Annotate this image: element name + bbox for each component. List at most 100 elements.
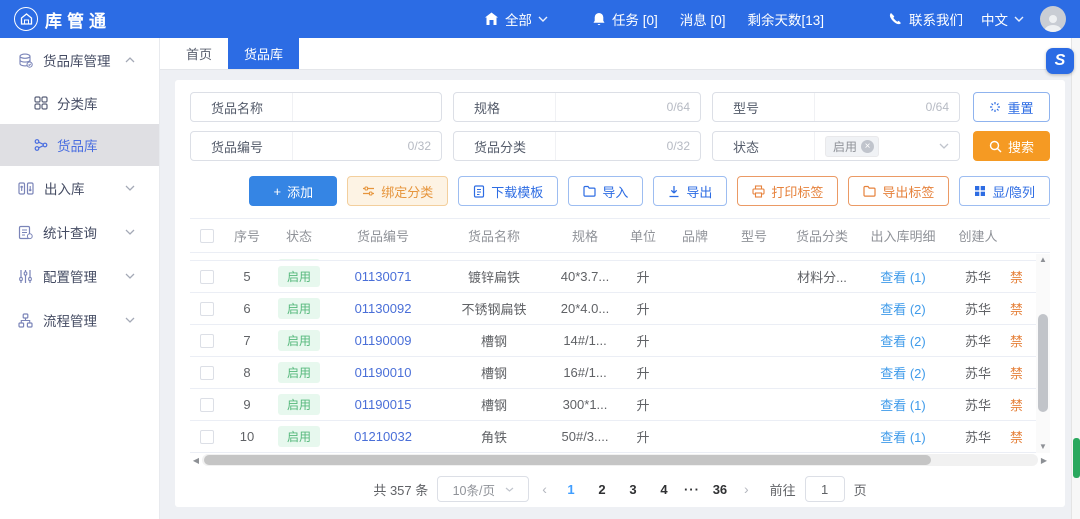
header-model: 型号 [724, 226, 784, 245]
scroll-left-arrow-icon[interactable]: ◀ [190, 456, 202, 465]
bind-category-button[interactable]: 绑定分类 [347, 176, 448, 206]
page-number[interactable]: 3 [622, 482, 644, 497]
table-horizontal-scrollbar[interactable]: ◀ ▶ [190, 453, 1050, 467]
print-label-button[interactable]: 打印标签 [737, 176, 838, 206]
user-avatar[interactable] [1040, 6, 1066, 32]
main-content: 首页 货品库 S 货品名称 规格 0/64 型号 0/64 [160, 38, 1080, 519]
view-detail-link[interactable]: 查看 (1) [880, 398, 926, 413]
page-scroll-thumb[interactable] [1073, 438, 1080, 478]
table-vertical-scrollbar[interactable]: ▲ ▼ [1036, 254, 1050, 453]
clipped-action-link[interactable]: 禁 [1010, 395, 1022, 414]
goods-code-link[interactable]: 01210032 [354, 429, 412, 444]
phone-icon [888, 12, 903, 27]
reset-button[interactable]: 重置 [973, 92, 1050, 122]
select-all-checkbox[interactable] [200, 229, 214, 243]
page-size-select[interactable]: 10条/页 [437, 476, 529, 502]
horizontal-scroll-thumb[interactable] [204, 455, 931, 465]
add-button[interactable]: + 添加 [249, 176, 337, 206]
sidebar-group-configuration[interactable]: 配置管理 [0, 254, 159, 298]
contact-us-menu[interactable]: 联系我们 [888, 9, 963, 29]
sidebar-item-category-library[interactable]: 分类库 [0, 82, 159, 124]
show-hide-columns-button[interactable]: 显/隐列 [959, 176, 1050, 206]
printer-icon [752, 185, 765, 198]
page-unit-label: 页 [854, 480, 867, 499]
view-detail-link[interactable]: 查看 (1) [880, 270, 926, 285]
page-number[interactable]: 36 [709, 482, 731, 497]
scroll-down-arrow-icon[interactable]: ▼ [1039, 441, 1047, 453]
columns-grid-icon [974, 185, 986, 197]
header-seq: 序号 [224, 226, 270, 245]
row-checkbox[interactable] [200, 398, 214, 412]
sidebar-group-in-out-warehouse[interactable]: 出入库 [0, 166, 159, 210]
table-row: 10 启用 01210032 角铁 50#/3.... 升 查看 (1) 苏华 … [190, 421, 1050, 453]
import-button[interactable]: 导入 [568, 176, 643, 206]
model-input[interactable] [825, 100, 920, 115]
status-select[interactable]: 启用 × [815, 132, 959, 160]
model-field: 型号 0/64 [712, 92, 960, 122]
chevron-down-icon [125, 229, 135, 235]
download-template-button[interactable]: 下载模板 [458, 176, 558, 206]
category-input[interactable] [566, 139, 661, 154]
scroll-right-arrow-icon[interactable]: ▶ [1038, 456, 1050, 465]
header-status: 状态 [270, 226, 328, 245]
warehouse-scope-dropdown[interactable]: 全部 [484, 9, 548, 29]
view-detail-link[interactable]: 查看 (2) [880, 334, 926, 349]
row-checkbox[interactable] [200, 430, 214, 444]
export-label-button[interactable]: 导出标签 [848, 176, 949, 206]
close-icon[interactable]: × [861, 140, 874, 153]
clipped-action-link[interactable]: 禁 [1010, 299, 1022, 318]
page-number[interactable]: 1 [560, 482, 582, 497]
tab-goods-library[interactable]: 货品库 [228, 38, 299, 69]
category-counter: 0/32 [661, 139, 690, 153]
document-icon [473, 185, 485, 198]
goods-code-input[interactable] [303, 139, 402, 154]
header-inout-detail: 出入库明细 [860, 226, 946, 245]
goods-code-link[interactable]: 01130092 [355, 301, 412, 316]
prev-page-arrow[interactable]: ‹ [538, 481, 551, 497]
clipped-action-link[interactable]: 禁 [1010, 363, 1022, 382]
page-scrollbar[interactable] [1071, 38, 1080, 519]
report-chart-icon [18, 225, 33, 240]
goods-code-link[interactable]: 01190015 [355, 397, 412, 412]
sidebar-group-process-management[interactable]: 流程管理 [0, 298, 159, 342]
clipped-action-link[interactable]: 禁 [1010, 331, 1022, 350]
row-checkbox[interactable] [200, 366, 214, 380]
clipped-action-link[interactable]: 禁 [1010, 267, 1022, 286]
status-badge: 启用 [278, 298, 320, 319]
language-dropdown[interactable]: 中文 [981, 9, 1024, 29]
messages-menu[interactable]: 消息 [0] [680, 9, 726, 29]
sidebar-item-goods-library[interactable]: 货品库 [0, 124, 159, 166]
chevron-up-icon [125, 57, 135, 63]
goods-code-link[interactable]: 01190009 [355, 333, 412, 348]
sidebar-group-statistics-query[interactable]: 统计查询 [0, 210, 159, 254]
table-toolbar: + 添加 绑定分类 下载模板 导入 [190, 176, 1050, 206]
sliders-icon [18, 269, 33, 284]
goto-page-input[interactable] [805, 476, 845, 502]
sidebar-group-goods-library[interactable]: 货品库管理 [0, 38, 159, 82]
view-detail-link[interactable]: 查看 (2) [880, 302, 926, 317]
row-checkbox[interactable] [200, 334, 214, 348]
export-button[interactable]: 导出 [653, 176, 727, 206]
next-page-arrow[interactable]: › [740, 481, 753, 497]
search-button[interactable]: 搜索 [973, 131, 1050, 161]
goods-code-field: 货品编号 0/32 [190, 131, 442, 161]
spec-input[interactable] [566, 100, 661, 115]
tasks-menu[interactable]: 任务 [0] [592, 9, 658, 29]
bell-icon [592, 12, 606, 27]
goods-code-link[interactable]: 01130071 [355, 269, 412, 284]
view-detail-link[interactable]: 查看 (1) [880, 430, 926, 445]
clipped-action-link[interactable]: 禁 [1010, 427, 1022, 446]
chevron-down-icon [505, 487, 514, 492]
page-number[interactable]: 2 [591, 482, 613, 497]
page-ellipsis[interactable]: ··· [684, 482, 700, 497]
floating-assistant-widget[interactable]: S [1046, 48, 1074, 74]
goods-code-link[interactable]: 01190010 [355, 365, 412, 380]
view-detail-link[interactable]: 查看 (2) [880, 366, 926, 381]
vertical-scroll-thumb[interactable] [1038, 314, 1048, 412]
page-number[interactable]: 4 [653, 482, 675, 497]
row-checkbox[interactable] [200, 270, 214, 284]
row-checkbox[interactable] [200, 302, 214, 316]
scroll-up-arrow-icon[interactable]: ▲ [1039, 254, 1047, 266]
goods-name-input[interactable] [303, 100, 431, 115]
tab-home[interactable]: 首页 [170, 38, 228, 69]
